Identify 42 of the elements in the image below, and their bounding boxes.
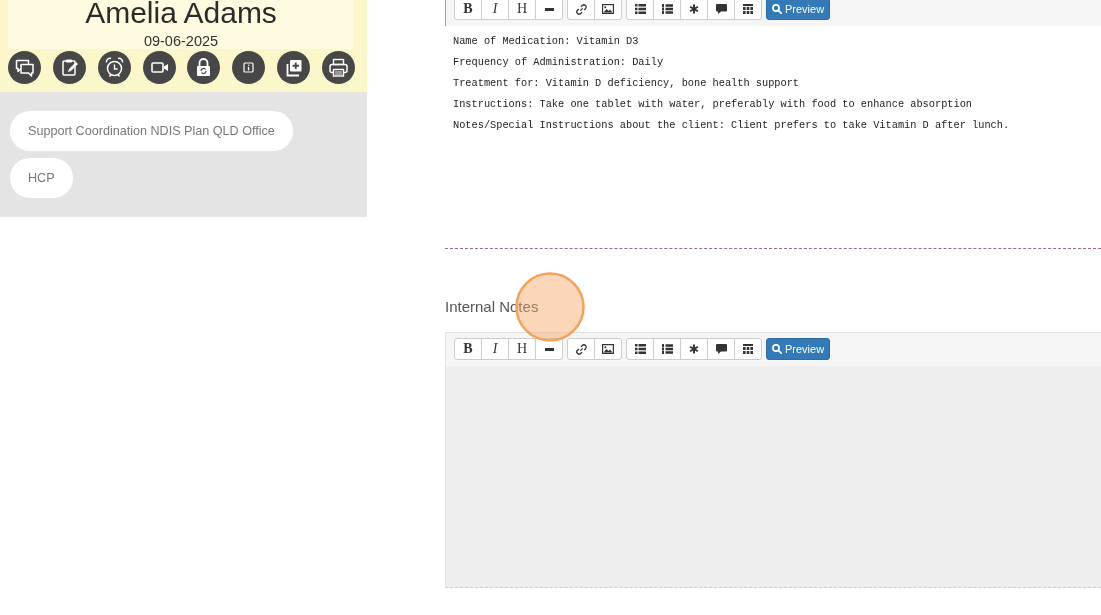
image-icon <box>602 344 614 354</box>
link-icon <box>575 343 587 355</box>
toolbar-button[interactable] <box>707 0 735 20</box>
toolbar-button[interactable]: B <box>454 0 482 20</box>
preview-button[interactable]: Preview <box>766 0 831 20</box>
speech-bubble-icon <box>715 4 727 14</box>
list-icon <box>634 344 646 354</box>
list-icon <box>661 344 673 354</box>
toolbar-button[interactable] <box>567 0 595 20</box>
list-icon <box>634 4 646 14</box>
plus-squares-icon[interactable] <box>277 51 311 84</box>
toolbar-button[interactable] <box>594 0 622 20</box>
padlock-icon[interactable] <box>187 51 221 84</box>
toolbar-button[interactable] <box>626 0 654 20</box>
toolbar-button[interactable] <box>680 0 708 20</box>
alarm-clock-icon[interactable] <box>97 51 131 84</box>
dash-icon <box>544 347 554 351</box>
toolbar-button[interactable]: H <box>508 0 536 20</box>
speech-bubble-icon <box>715 344 727 354</box>
tag-label: Support Coordination NDIS Plan QLD Office <box>10 111 293 151</box>
info-icon[interactable] <box>232 51 266 84</box>
toolbar-button[interactable] <box>535 0 563 20</box>
list-icon <box>661 4 673 14</box>
dash-icon <box>544 7 554 11</box>
toolbar-button[interactable] <box>653 0 681 20</box>
tag-label: HCP <box>10 158 73 198</box>
video-camera-icon[interactable] <box>142 51 176 84</box>
image-icon <box>602 4 614 14</box>
search-icon <box>772 344 782 354</box>
asterisk-icon <box>689 4 699 14</box>
toolbar-button[interactable] <box>734 0 762 20</box>
client-name: Amelia Adams <box>84 0 278 25</box>
clipboard-pencil-icon[interactable] <box>52 51 86 84</box>
date-text: 09-06-2025 <box>142 34 220 49</box>
printer-icon[interactable] <box>321 51 355 84</box>
grid-icon <box>743 4 753 14</box>
toolbar-button[interactable]: I <box>481 0 509 20</box>
speech-bubbles-icon[interactable] <box>8 51 41 84</box>
asterisk-icon <box>689 344 699 354</box>
search-icon <box>772 4 782 14</box>
link-icon <box>575 3 587 15</box>
grid-icon <box>743 344 753 354</box>
